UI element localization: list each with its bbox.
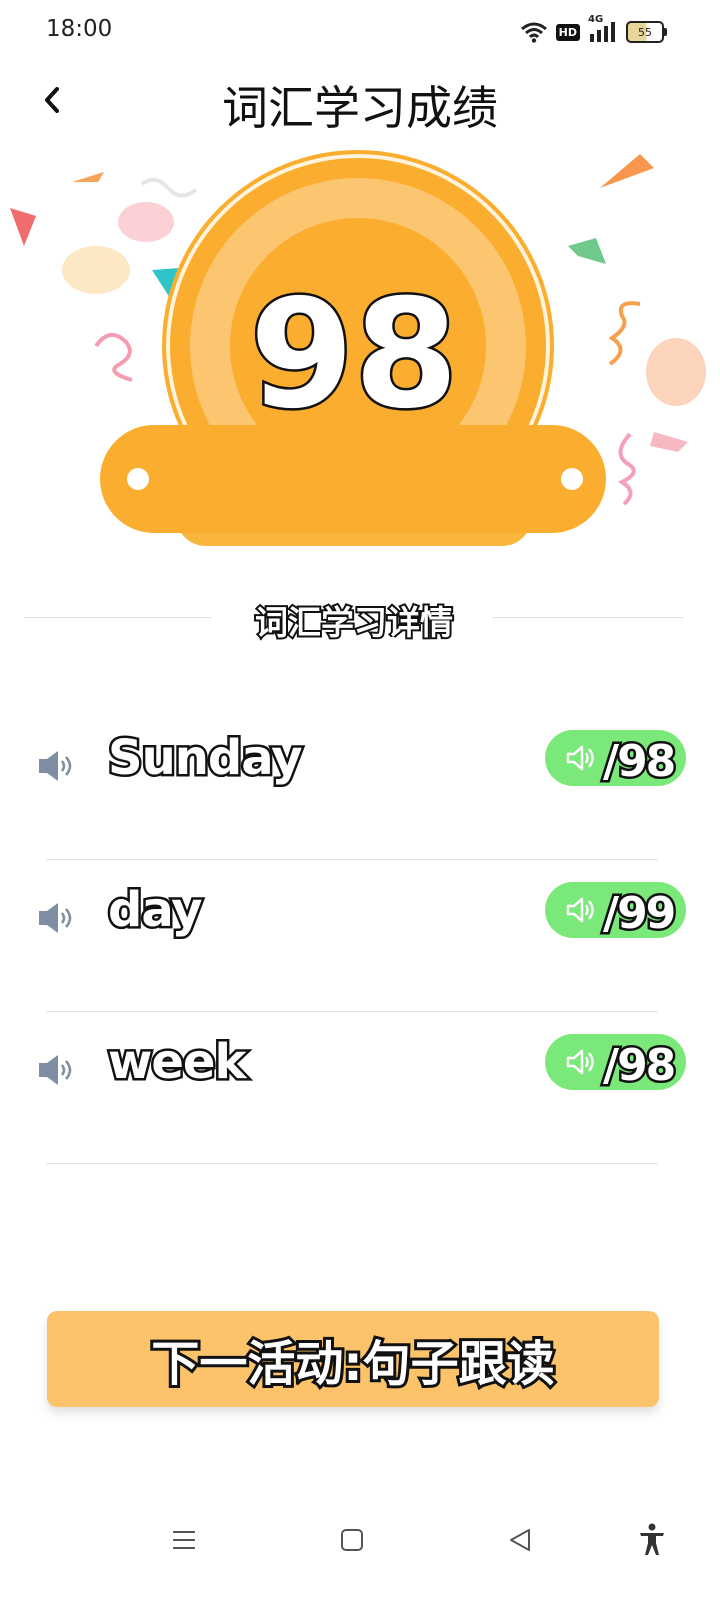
status-icons: HD 4G 55 — [520, 14, 667, 48]
row-divider — [46, 1163, 658, 1164]
home-square-icon — [341, 1529, 363, 1551]
speaker-outline-icon — [566, 1049, 594, 1075]
play-recording-button[interactable]: /98 — [545, 730, 686, 786]
battery-icon: 55 — [626, 21, 667, 43]
home-button[interactable] — [332, 1520, 372, 1560]
signal-4g-icon: 4G — [588, 14, 618, 44]
ribbon-dot-left — [127, 468, 149, 490]
word-text: Sunday — [105, 728, 304, 789]
hd-icon: HD — [555, 23, 580, 41]
status-bar: 18:00 HD 4G 55 — [0, 0, 720, 64]
word-row: day /99 — [36, 860, 686, 1012]
word-text: day — [106, 880, 206, 941]
play-word-button[interactable] — [36, 746, 76, 786]
next-activity-label: 下一活动:句子跟读 — [148, 1333, 557, 1395]
speaker-outline-icon — [566, 745, 594, 771]
play-word-button[interactable] — [36, 1050, 76, 1090]
section-title: 词汇学习详情 — [253, 601, 455, 644]
next-activity-button[interactable]: 下一活动:句子跟读 — [47, 1311, 659, 1407]
ribbon-dot-right — [561, 468, 583, 490]
word-row: week /98 — [36, 1012, 686, 1164]
back-nav-button[interactable] — [500, 1520, 540, 1560]
word-text: week — [105, 1032, 248, 1093]
play-word-button[interactable] — [36, 898, 76, 938]
speaker-icon — [39, 1055, 72, 1085]
accessibility-icon — [640, 1523, 664, 1555]
total-score: 98 — [247, 268, 461, 442]
word-score: /98 — [600, 734, 678, 787]
network-label: 4G — [588, 14, 604, 25]
play-recording-button[interactable]: /99 — [545, 882, 686, 938]
menu-icon — [173, 1531, 195, 1549]
speaker-icon — [39, 903, 72, 933]
details-section-header: 词汇学习详情 — [24, 590, 684, 646]
word-score: /98 — [600, 1038, 678, 1091]
accessibility-button[interactable] — [632, 1520, 672, 1560]
speaker-outline-icon — [566, 897, 594, 923]
status-time: 18:00 — [46, 16, 113, 42]
battery-level: 55 — [638, 25, 652, 39]
menu-button[interactable] — [164, 1520, 204, 1560]
score-hero: 98 — [0, 140, 720, 560]
page-title: 词汇学习成绩 — [222, 81, 498, 135]
system-nav-bar — [0, 1500, 720, 1600]
play-recording-button[interactable]: /98 — [545, 1034, 686, 1090]
word-row: Sunday /98 — [36, 708, 686, 860]
word-score: /99 — [600, 886, 678, 939]
speaker-icon — [39, 751, 72, 781]
wifi-icon — [520, 21, 548, 43]
back-triangle-icon — [510, 1529, 530, 1551]
